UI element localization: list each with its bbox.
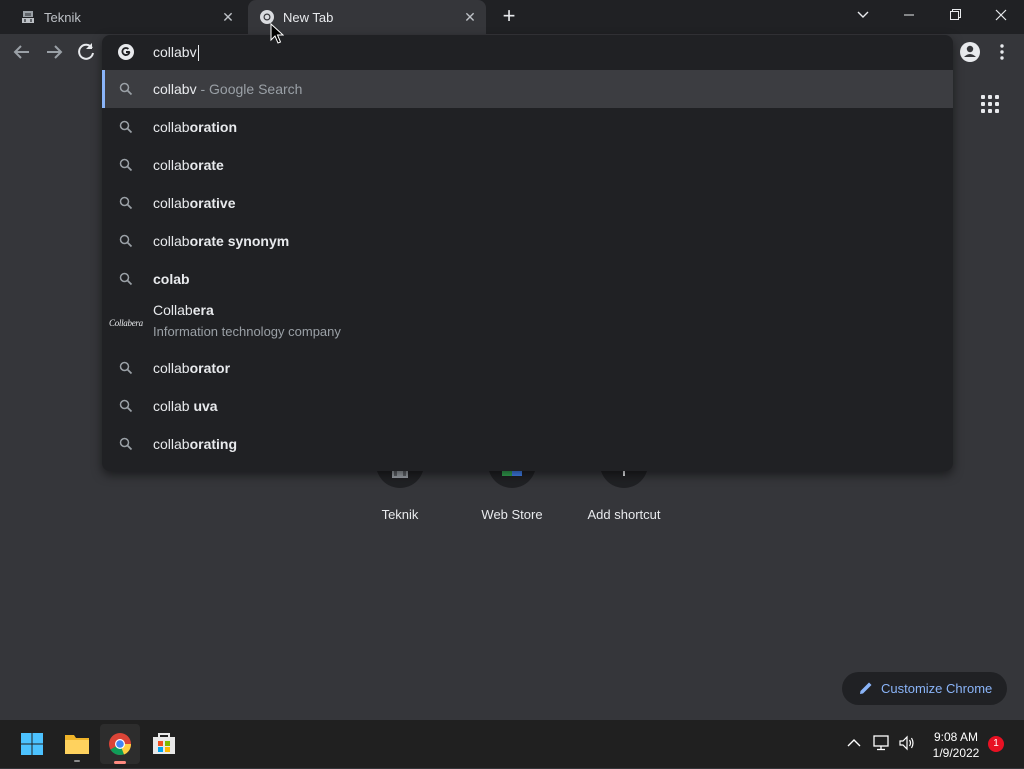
search-icon: [119, 399, 133, 413]
back-arrow-icon[interactable]: [10, 40, 34, 64]
suggestion-item[interactable]: collaborate: [102, 146, 953, 184]
start-button[interactable]: [12, 724, 52, 764]
microsoft-store-button[interactable]: [144, 724, 184, 764]
suggestion-typed: collab: [153, 233, 190, 249]
minimize-button[interactable]: [886, 0, 932, 32]
google-apps-icon[interactable]: [980, 94, 1000, 114]
suggestion-typed: collab: [153, 398, 194, 414]
minimize-icon: [904, 14, 914, 16]
address-bar[interactable]: collabv: [102, 35, 953, 69]
chevron-down-icon: [857, 11, 869, 18]
shortcut-label: Teknik: [381, 507, 419, 522]
profile-icon[interactable]: [958, 40, 982, 64]
notification-badge[interactable]: 1: [988, 736, 1004, 752]
chevron-up-icon[interactable]: [847, 738, 861, 748]
suggestion-typed: Collab: [153, 302, 193, 318]
restore-icon: [949, 9, 961, 21]
windows-logo-icon: [21, 733, 43, 755]
store-bag-icon: [153, 733, 175, 754]
suggestion-completion: uva: [193, 398, 218, 414]
suggestion-description: Information technology company: [153, 324, 341, 339]
pencil-icon: [860, 682, 872, 694]
search-icon: [119, 196, 133, 210]
suggestion-typed: collab: [153, 436, 190, 452]
suggestion-item[interactable]: collaboration: [102, 108, 953, 146]
search-icon: [119, 158, 133, 172]
reload-icon[interactable]: [74, 40, 98, 64]
chrome-icon: [109, 733, 132, 764]
suggestion-completion: era: [192, 302, 214, 318]
suggestion-completion: colab: [153, 271, 190, 287]
suggestion-completion: orating: [189, 436, 238, 452]
search-icon: [119, 120, 133, 134]
taskbar: 9:08 AM 1/9/2022 1: [0, 720, 1024, 768]
tab-close-icon[interactable]: ✕: [220, 9, 236, 25]
shortcut-label: Add shortcut: [587, 507, 661, 522]
google-g-icon: [118, 44, 134, 60]
suggestion-completion: orate: [189, 157, 224, 173]
suggestion-completion: orative: [189, 195, 236, 211]
customize-chrome-button[interactable]: Customize Chrome: [842, 672, 1007, 705]
volume-icon[interactable]: [898, 735, 916, 751]
collabera-logo: Collabera: [109, 318, 143, 328]
suggestion-item[interactable]: collaborating: [102, 425, 953, 463]
file-explorer-button[interactable]: [57, 724, 97, 764]
suggestion-item[interactable]: collaborator: [102, 349, 953, 387]
tab-search-button[interactable]: [840, 0, 886, 32]
clock-date: 1/9/2022: [932, 746, 980, 760]
suggestion-item[interactable]: collaborate synonym: [102, 222, 953, 260]
network-icon[interactable]: [873, 735, 891, 751]
chrome-taskbar-button[interactable]: [100, 724, 140, 764]
suggestion-entity-item[interactable]: Collabera Collabera Information technolo…: [102, 298, 953, 348]
forward-arrow-icon[interactable]: [42, 40, 66, 64]
address-input[interactable]: collabv: [153, 44, 197, 60]
suggestion-typed: collab: [153, 119, 190, 135]
omnibox-dropdown: collabv collabv - Google Search collabor…: [102, 35, 953, 471]
suggestion-item[interactable]: collabv - Google Search: [102, 70, 953, 108]
suggestion-item[interactable]: colab: [102, 260, 953, 298]
suggestion-typed: collab: [153, 81, 190, 97]
tab-title: New Tab: [283, 9, 334, 25]
suggestion-completion: v: [189, 81, 197, 97]
suggestion-typed: collab: [153, 157, 190, 173]
customize-chrome-label: Customize Chrome: [881, 681, 993, 696]
tab-title: Teknik: [44, 9, 81, 25]
close-window-button[interactable]: [978, 0, 1024, 32]
suggestion-suffix: - Google Search: [196, 81, 303, 97]
suggestion-typed: collab: [153, 360, 190, 376]
search-icon: [119, 234, 133, 248]
clock[interactable]: 9:08 AM 1/9/2022: [925, 729, 987, 761]
shortcut-label: Web Store: [481, 507, 543, 522]
new-tab-button[interactable]: +: [498, 5, 520, 28]
tab-teknik[interactable]: Teknik ✕: [12, 0, 244, 34]
search-icon: [119, 361, 133, 375]
restore-button[interactable]: [932, 0, 978, 32]
close-icon: [995, 9, 1007, 21]
search-icon: [119, 82, 133, 96]
suggestion-typed: collab: [153, 195, 190, 211]
tab-close-icon[interactable]: ✕: [462, 9, 478, 25]
search-icon: [119, 272, 133, 286]
text-caret: [197, 45, 199, 62]
suggestion-completion: orator: [189, 360, 231, 376]
suggestion-item[interactable]: collaborative: [102, 184, 953, 222]
search-icon: [119, 437, 133, 451]
suggestion-item[interactable]: collab uva: [102, 387, 953, 425]
clock-time: 9:08 AM: [933, 730, 979, 744]
mouse-cursor-icon: [270, 23, 284, 44]
suggestion-completion: oration: [189, 119, 238, 135]
kebab-menu-icon[interactable]: [990, 40, 1014, 64]
tab-strip: Teknik ✕ New Tab ✕ +: [0, 0, 1024, 34]
folder-icon: [65, 735, 89, 762]
suggestion-completion: orate synonym: [189, 233, 290, 249]
teknik-favicon-icon: [22, 11, 34, 23]
